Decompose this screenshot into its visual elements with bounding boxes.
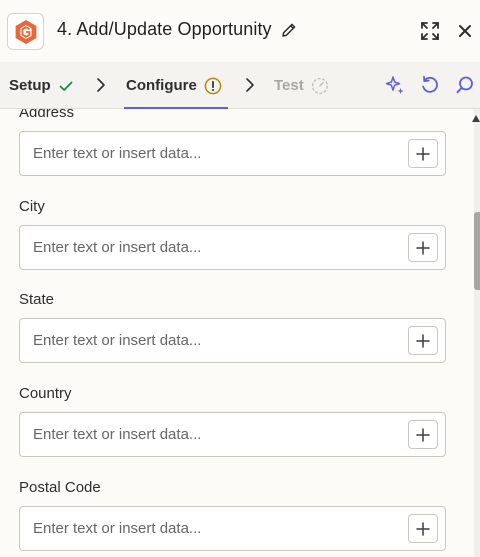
step-title: 4. Add/Update Opportunity — [57, 19, 298, 40]
tab-configure[interactable]: Configure — [124, 62, 228, 109]
field-label: City — [19, 198, 45, 215]
plus-icon — [416, 240, 430, 255]
plus-icon — [416, 146, 430, 161]
postal-code-input[interactable] — [33, 507, 403, 550]
plus-icon — [416, 333, 430, 348]
field-city: City — [19, 197, 446, 270]
address-input-box[interactable] — [19, 131, 446, 176]
step-title-text: 4. Add/Update Opportunity — [57, 19, 272, 39]
address-input[interactable] — [33, 132, 403, 175]
check-icon — [59, 81, 73, 91]
alert-circle-icon — [204, 77, 222, 94]
insert-data-button[interactable] — [408, 326, 438, 355]
field-postal-code: Postal Code — [19, 478, 446, 551]
city-input-box[interactable] — [19, 225, 446, 270]
pencil-icon[interactable] — [280, 21, 298, 39]
plus-icon — [416, 521, 430, 536]
timer-icon — [311, 77, 328, 94]
scroll-up-arrow-icon[interactable] — [472, 114, 480, 124]
app-logo-icon — [7, 13, 44, 50]
expand-icon[interactable] — [419, 20, 441, 42]
insert-data-button[interactable] — [408, 139, 438, 168]
tab-setup[interactable]: Setup — [9, 62, 74, 109]
configure-form: Address City State — [0, 109, 474, 557]
state-input[interactable] — [33, 319, 403, 362]
city-input[interactable] — [33, 226, 403, 269]
plus-icon — [416, 427, 430, 442]
insert-data-button[interactable] — [408, 233, 438, 262]
field-label: State — [19, 291, 55, 308]
chevron-right-icon — [246, 78, 254, 92]
state-input-box[interactable] — [19, 318, 446, 363]
insert-data-button[interactable] — [408, 514, 438, 543]
field-address: Address — [19, 109, 446, 176]
undo-icon[interactable] — [419, 74, 441, 96]
insert-data-button[interactable] — [408, 420, 438, 449]
country-input-box[interactable] — [19, 412, 446, 457]
chevron-right-icon — [97, 78, 105, 92]
postal-code-input-box[interactable] — [19, 506, 446, 551]
search-icon[interactable] — [454, 74, 476, 96]
field-label: Postal Code — [19, 479, 101, 496]
field-state: State — [19, 290, 446, 363]
tab-test-label: Test — [274, 77, 304, 94]
field-label: Country — [19, 385, 72, 402]
sparkle-icon[interactable] — [384, 74, 406, 96]
tab-setup-label: Setup — [9, 77, 51, 94]
field-label: Address — [19, 109, 75, 121]
step-header: 4. Add/Update Opportunity — [0, 0, 480, 62]
step-tabs: Setup Configure Test — [0, 62, 480, 109]
tab-test[interactable]: Test — [274, 62, 329, 109]
scrollbar-track[interactable] — [474, 109, 480, 557]
field-country: Country — [19, 384, 446, 457]
scrollbar-thumb[interactable] — [474, 212, 480, 290]
tab-configure-label: Configure — [126, 77, 197, 94]
close-icon[interactable] — [454, 20, 476, 42]
country-input[interactable] — [33, 413, 403, 456]
